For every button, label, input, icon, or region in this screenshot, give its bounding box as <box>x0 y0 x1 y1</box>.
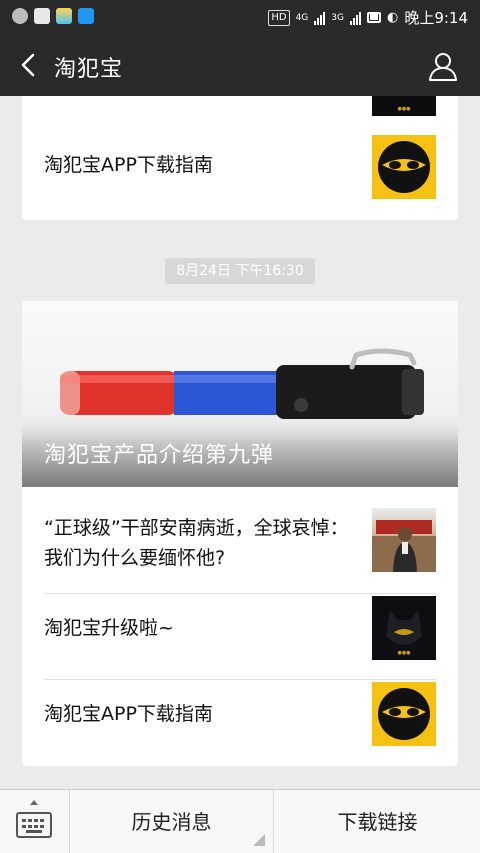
ninja-mask-thumbnail <box>372 135 436 199</box>
menu-history-button[interactable]: 历史消息 <box>70 790 274 853</box>
list-item[interactable]: 淘犯宝升级啦~ ●●● <box>22 593 458 679</box>
ninja-mask-icon <box>378 688 430 740</box>
back-arrow-icon[interactable] <box>14 48 48 82</box>
profile-icon[interactable] <box>426 49 460 83</box>
cover-image[interactable]: 淘犯宝产品介绍第九弹 <box>22 301 458 487</box>
signal-icon <box>314 11 326 25</box>
gallery-notification-icon <box>56 8 72 24</box>
cover-title: 淘犯宝产品介绍第九弹 <box>44 443 275 468</box>
keyboard-toggle-button[interactable] <box>0 790 70 853</box>
menu-download-button[interactable]: 下载链接 <box>275 790 480 853</box>
battery-icon <box>366 12 381 23</box>
keyboard-icon <box>16 812 52 838</box>
status-bar: HD 4G 3G ◐ 晚上9:14 <box>0 0 480 34</box>
browser-notification-icon <box>78 8 94 24</box>
notification-icons <box>12 8 94 24</box>
chat-notification-icon <box>12 8 28 24</box>
menu-download-label: 下载链接 <box>337 810 418 834</box>
network-type-2: 3G <box>331 12 344 23</box>
person-photo <box>372 520 436 572</box>
list-item[interactable]: “正球级”干部安南病逝，全球哀悼：我们为什么要缅怀他? <box>22 487 458 593</box>
menu-history-label: 历史消息 <box>131 810 212 834</box>
status-indicators: HD 4G 3G ◐ 晚上9:14 <box>268 7 468 28</box>
article-title: 淘犯宝升级啦~ <box>44 617 174 639</box>
ninja-mask-icon <box>378 141 430 193</box>
article-card: 淘犯宝产品介绍第九弹 “正球级”干部安南病逝，全球哀悼：我们为什么要缅怀他? 淘… <box>22 301 458 766</box>
dark-mask-thumbnail: ●●● <box>372 596 436 660</box>
svg-text:●●●: ●●● <box>397 106 411 112</box>
article-title: 淘犯宝APP下载指南 <box>44 703 213 725</box>
bottom-menu-bar: 历史消息 下载链接 <box>0 789 480 853</box>
article-card-previous: ●●● 淘犯宝APP下载指南 <box>22 96 458 220</box>
header: 淘犯宝 <box>0 34 480 96</box>
thumbnail-dark-logo-partial: ●●● <box>372 96 436 116</box>
signal-icon-2 <box>349 11 361 25</box>
status-time: 晚上9:14 <box>404 9 468 27</box>
network-type-1: 4G <box>295 12 309 23</box>
article-title: “正球级”干部安南病逝，全球哀悼：我们为什么要缅怀他? <box>44 517 349 569</box>
list-item[interactable]: 淘犯宝APP下载指南 <box>22 130 458 220</box>
moon-icon: ◐ <box>386 10 399 25</box>
dark-mask-icon: ●●● <box>386 610 422 656</box>
hd-badge: HD <box>268 9 290 26</box>
ninja-mask-thumbnail <box>372 682 436 746</box>
timestamp-badge: 8月24日 下午16:30 <box>165 258 315 284</box>
list-item[interactable]: 淘犯宝APP下载指南 <box>22 679 458 766</box>
up-arrow-icon <box>30 800 38 805</box>
app-notification-icon <box>34 8 50 24</box>
article-title: 淘犯宝APP下载指南 <box>44 154 213 176</box>
page-title: 淘犯宝 <box>54 57 124 82</box>
svg-text:●●●: ●●● <box>397 650 411 656</box>
submenu-indicator-icon <box>253 834 265 846</box>
person-photo-thumbnail <box>372 508 436 572</box>
